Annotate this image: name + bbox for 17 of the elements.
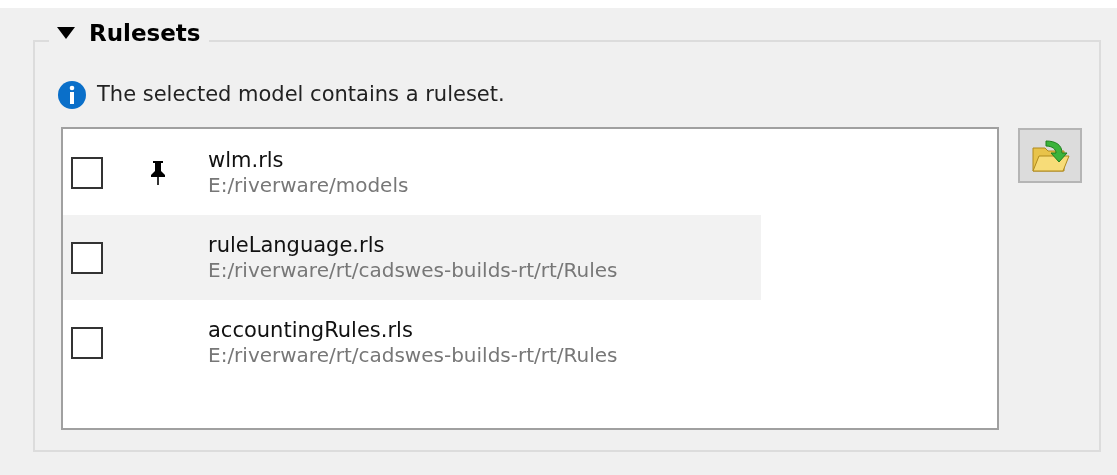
info-icon xyxy=(57,79,87,110)
info-message: The selected model contains a ruleset. xyxy=(97,81,505,108)
checkbox[interactable] xyxy=(71,326,103,359)
list-row[interactable]: accountingRules.rls E:/riverware/rt/cadswes-builds-rt/rt/Rules xyxy=(63,300,761,385)
ruleset-path: E:/riverware/rt/cadswes-builds-rt/rt/Rules xyxy=(208,343,618,369)
highlighted-row[interactable]: ruleLanguage.rls E:/riverware/rt/cadswes-builds-rt/rt/Rules xyxy=(63,215,761,300)
ruleset-name: accountingRules.rls xyxy=(208,316,414,344)
collapse-arrow-icon[interactable] xyxy=(57,27,75,40)
folder-arrow-icon xyxy=(1030,137,1070,174)
checkbox[interactable] xyxy=(71,156,103,189)
ruleset-path: E:/riverware/rt/cadswes-builds-rt/rt/Rules xyxy=(208,258,618,284)
section-title: Rulesets xyxy=(89,19,201,48)
list-row[interactable]: wlm.rls E:/riverware/models xyxy=(63,130,761,215)
ruleset-path: E:/riverware/models xyxy=(208,173,409,199)
checkbox[interactable] xyxy=(71,241,103,274)
ruleset-name: wlm.rls xyxy=(208,146,285,174)
ruleset-name: ruleLanguage.rls xyxy=(208,231,386,259)
